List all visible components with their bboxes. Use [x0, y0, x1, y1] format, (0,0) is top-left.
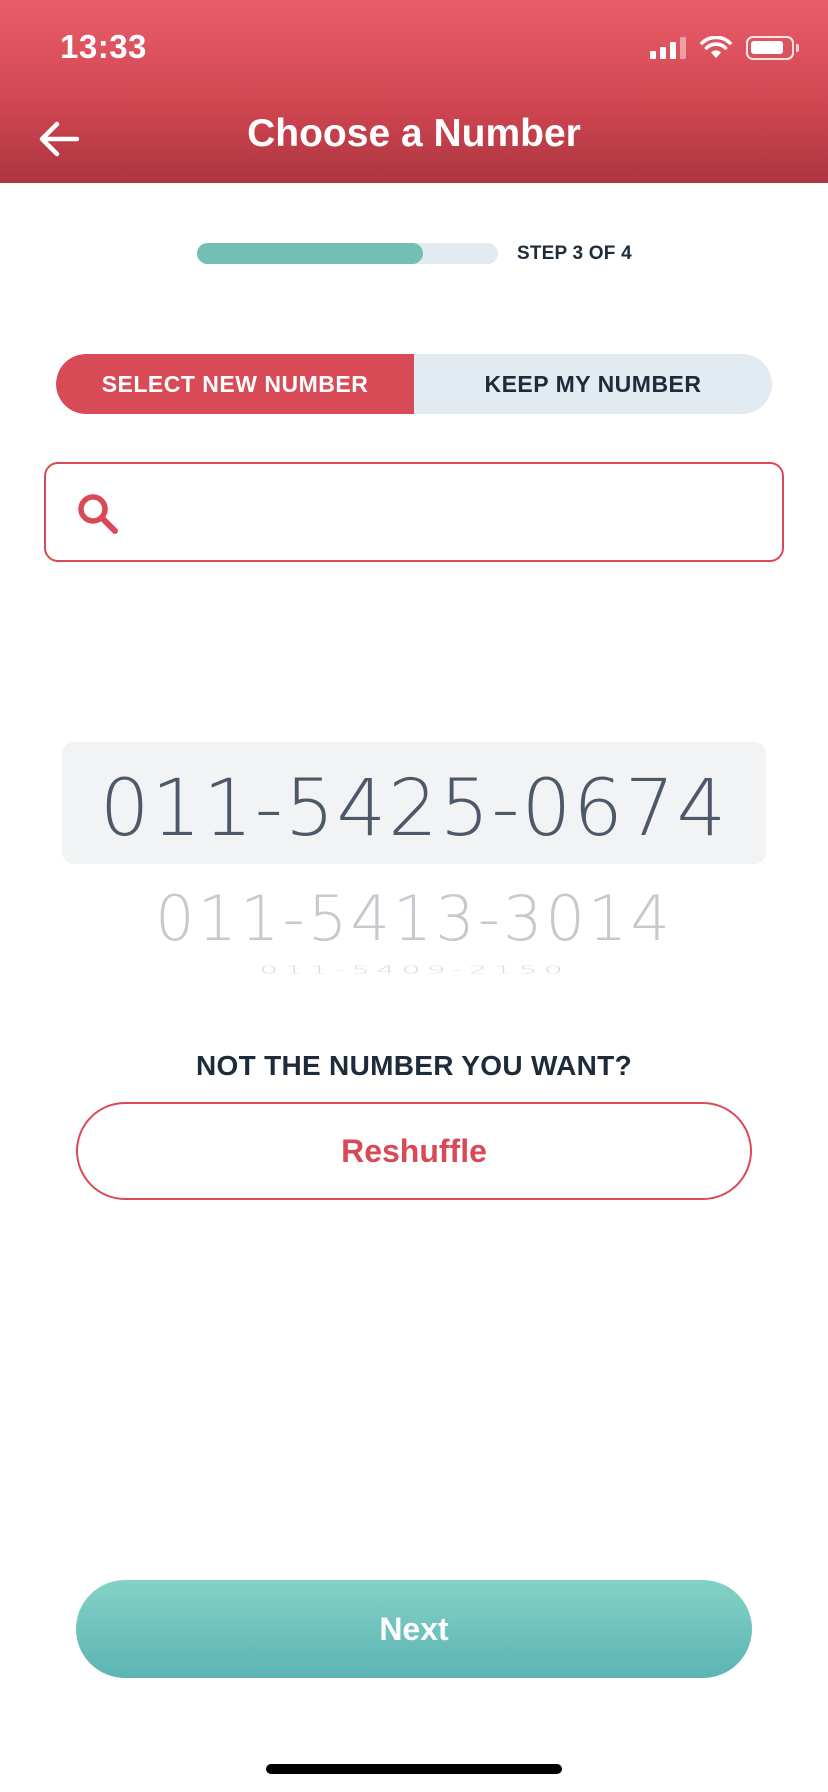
step-label: STEP 3 OF 4	[517, 243, 632, 264]
status-time: 13:33	[60, 28, 147, 65]
status-icons	[650, 36, 799, 60]
select-new-number-tab[interactable]: SELECT NEW NUMBER	[56, 354, 414, 414]
reshuffle-button[interactable]: Reshuffle	[76, 1102, 752, 1200]
picker-number-option[interactable]: 011-5413-3014	[0, 882, 828, 955]
number-option-toggle: SELECT NEW NUMBER KEEP MY NUMBER	[56, 354, 772, 414]
home-indicator	[266, 1764, 562, 1774]
search-icon	[78, 494, 118, 534]
wifi-icon	[700, 36, 732, 58]
cellular-signal-icon	[650, 37, 686, 59]
search-input[interactable]	[142, 482, 762, 544]
search-box[interactable]	[44, 462, 784, 562]
battery-icon	[746, 36, 799, 60]
reshuffle-prompt: NOT THE NUMBER YOU WANT?	[195, 1050, 632, 1081]
keep-my-number-tab[interactable]: KEEP MY NUMBER	[414, 354, 772, 414]
progress-bar	[197, 243, 498, 264]
page-title: Choose a Number	[247, 112, 581, 155]
next-button[interactable]: Next	[76, 1580, 752, 1678]
app-header: 13:33 Choose a Number	[0, 0, 828, 183]
picker-number-option[interactable]: 011-5409-2150	[0, 964, 828, 976]
progress-bar-fill	[197, 243, 423, 264]
picker-number-selected[interactable]: 011-5425-0674	[0, 764, 828, 854]
